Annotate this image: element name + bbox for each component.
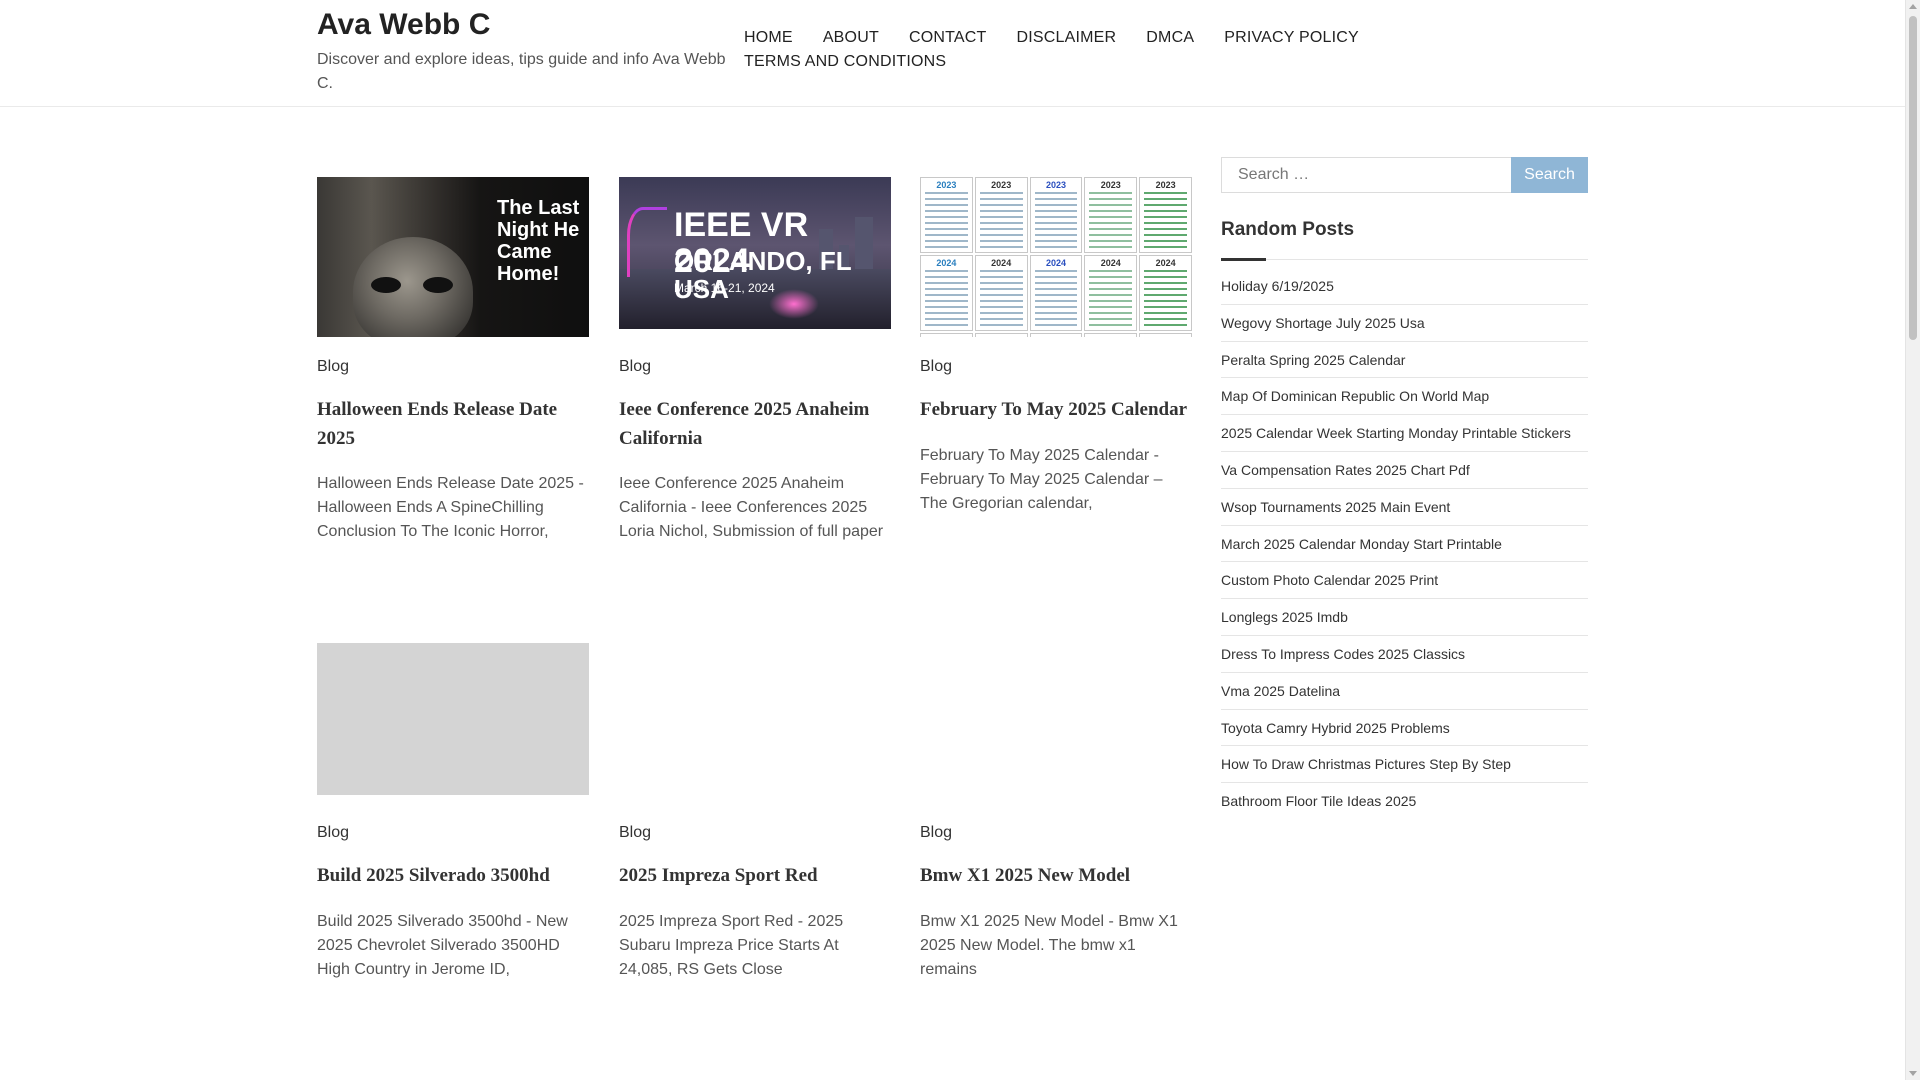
post-thumbnail[interactable]: IEEE VR 2024 ORLANDO, FL USA March 16-21…: [619, 177, 891, 329]
random-post-link[interactable]: Va Compensation Rates 2025 Chart Pdf: [1221, 452, 1588, 489]
post-thumbnail[interactable]: 2023 2023 2023 2023 2023 2024 2024 2024 …: [920, 177, 1192, 337]
random-post-link[interactable]: Longlegs 2025 Imdb: [1221, 599, 1588, 636]
calendar-page: [974, 333, 1028, 337]
post-category[interactable]: Blog: [920, 824, 952, 842]
search-button[interactable]: Search: [1511, 157, 1588, 193]
main-nav: HOME ABOUT CONTACT DISCLAIMER DMCA PRIVA…: [744, 28, 1364, 72]
post-card: The Last Night He Came Home!: [317, 177, 589, 337]
post-excerpt: Bmw X1 2025 New Model - Bmw X1 2025 New …: [920, 913, 1178, 978]
mask-eye: [371, 277, 401, 293]
calendar-page: 2024: [974, 255, 1028, 331]
widget-divider-accent: [1221, 258, 1266, 261]
mask-shape: [353, 237, 473, 337]
nav-disclaimer[interactable]: DISCLAIMER: [1016, 28, 1116, 48]
post-excerpt: Ieee Conference 2025 Anaheim California …: [619, 475, 884, 540]
post-title[interactable]: Ieee Conference 2025 Anaheim California: [619, 395, 891, 453]
nav-dmca[interactable]: DMCA: [1146, 28, 1194, 48]
post-title[interactable]: 2025 Impreza Sport Red: [619, 861, 891, 890]
random-post-link[interactable]: Map Of Dominican Republic On World Map: [1221, 378, 1588, 416]
post-excerpt: February To May 2025 Calendar - February…: [920, 447, 1163, 512]
post-card: [317, 643, 589, 795]
random-posts-list: Holiday 6/19/2025 Wegovy Shortage July 2…: [1221, 268, 1588, 820]
calendar-page: 2024: [920, 255, 973, 331]
calendar-page: 2023: [920, 177, 973, 253]
calendar-page: 2023: [1029, 177, 1083, 253]
site-title[interactable]: Ava Webb C: [317, 8, 490, 42]
nav-privacy-policy[interactable]: PRIVACY POLICY: [1224, 28, 1359, 48]
post-excerpt: 2025 Impreza Sport Red - 2025 Subaru Imp…: [619, 913, 844, 978]
random-post-link[interactable]: 2025 Calendar Week Starting Monday Print…: [1221, 415, 1588, 452]
random-post-link[interactable]: Bathroom Floor Tile Ideas 2025: [1221, 783, 1588, 820]
scroll-down-arrow-icon[interactable]: [1909, 1071, 1917, 1076]
calendar-page: 2023: [974, 177, 1028, 253]
post-category[interactable]: Blog: [920, 358, 952, 376]
scroll-thumb[interactable]: [1909, 16, 1917, 340]
random-post-link[interactable]: Holiday 6/19/2025: [1221, 268, 1588, 305]
calendar-page: 2023: [1139, 177, 1192, 253]
calendar-page: 2023: [1084, 177, 1138, 253]
calendar-page: [1084, 333, 1138, 337]
post-thumbnail[interactable]: The Last Night He Came Home!: [317, 177, 589, 337]
palm-shape: [627, 207, 667, 277]
post-card: 2023 2023 2023 2023 2023 2024 2024 2024 …: [920, 177, 1192, 337]
post-thumbnail-placeholder[interactable]: [317, 643, 589, 795]
random-post-link[interactable]: Vma 2025 Datelina: [1221, 673, 1588, 710]
calendar-page: 2024: [1084, 255, 1138, 331]
mask-eye: [423, 277, 453, 293]
post-title[interactable]: Halloween Ends Release Date 2025: [317, 395, 589, 453]
post-category[interactable]: Blog: [317, 358, 349, 376]
random-post-link[interactable]: Toyota Camry Hybrid 2025 Problems: [1221, 710, 1588, 747]
random-post-link[interactable]: How To Draw Christmas Pictures Step By S…: [1221, 746, 1588, 784]
calendar-page: [1029, 333, 1083, 337]
nav-about[interactable]: ABOUT: [823, 28, 879, 48]
random-posts-title: Random Posts: [1221, 219, 1355, 240]
post-excerpt: Halloween Ends Release Date 2025 - Hallo…: [317, 475, 584, 540]
post-card: IEEE VR 2024 ORLANDO, FL USA March 16-21…: [619, 177, 891, 329]
search-input[interactable]: [1221, 157, 1512, 193]
calendar-page: [920, 333, 973, 337]
site-header: Ava Webb C Discover and explore ideas, t…: [0, 0, 1905, 107]
page-scrollbar[interactable]: [1905, 0, 1920, 1080]
post-title[interactable]: Build 2025 Silverado 3500hd: [317, 861, 589, 890]
calendar-page: [1139, 333, 1192, 337]
random-post-link[interactable]: Peralta Spring 2025 Calendar: [1221, 342, 1588, 379]
post-category[interactable]: Blog: [619, 358, 651, 376]
post-category[interactable]: Blog: [317, 824, 349, 842]
random-post-link[interactable]: Wegovy Shortage July 2025 Usa: [1221, 305, 1588, 342]
nav-terms-and-conditions[interactable]: TERMS AND CONDITIONS: [744, 52, 946, 72]
post-excerpt: Build 2025 Silverado 3500hd - New 2025 C…: [317, 913, 568, 978]
thumbnail-date: March 16-21, 2024: [674, 281, 775, 295]
post-title[interactable]: Bmw X1 2025 New Model: [920, 861, 1192, 890]
calendar-page: 2024: [1029, 255, 1083, 331]
post-category[interactable]: Blog: [619, 824, 651, 842]
random-post-link[interactable]: Custom Photo Calendar 2025 Print: [1221, 562, 1588, 600]
calendar-page: 2024: [1139, 255, 1192, 331]
nav-home[interactable]: HOME: [744, 28, 793, 48]
thumbnail-text: The Last Night He Came Home!: [497, 197, 580, 285]
random-post-link[interactable]: Wsop Tournaments 2025 Main Event: [1221, 489, 1588, 526]
post-title[interactable]: February To May 2025 Calendar: [920, 395, 1192, 424]
random-post-link[interactable]: Dress To Impress Codes 2025 Classics: [1221, 636, 1588, 673]
nav-contact[interactable]: CONTACT: [909, 28, 987, 48]
widget-divider: [1221, 259, 1588, 260]
scroll-up-arrow-icon[interactable]: [1909, 4, 1917, 9]
site-description: Discover and explore ideas, tips guide a…: [317, 51, 726, 92]
random-post-link[interactable]: March 2025 Calendar Monday Start Printab…: [1221, 526, 1588, 563]
